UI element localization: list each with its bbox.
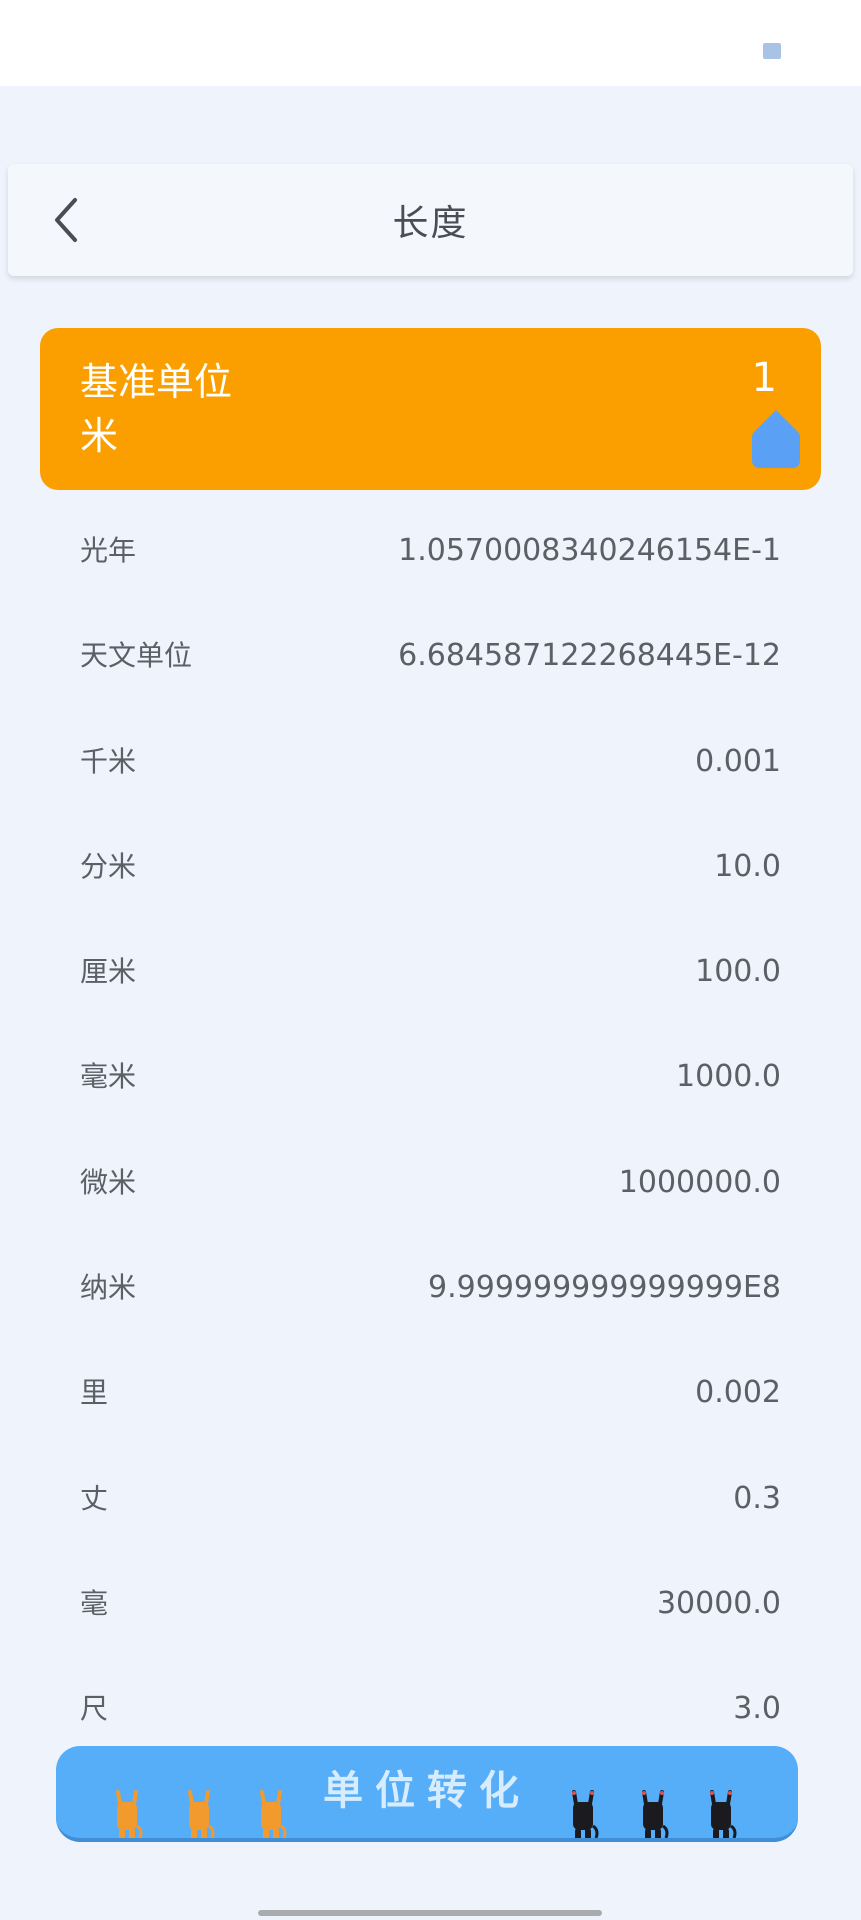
unit-name: 尺 — [80, 1692, 109, 1726]
unit-name: 毫 — [80, 1586, 109, 1620]
unit-value: 6.684587122268445E-12 — [398, 638, 781, 674]
unit-name: 里 — [80, 1376, 109, 1410]
unit-value: 1000.0 — [676, 1059, 781, 1095]
convert-button-label: 单位转化 — [323, 1768, 531, 1814]
black-cat-icon — [572, 1790, 599, 1838]
status-bar — [0, 0, 861, 86]
unit-row[interactable]: 分米 10.0 — [40, 814, 821, 919]
unit-name: 毫米 — [80, 1060, 137, 1094]
orange-cat-icon — [260, 1790, 287, 1838]
unit-row[interactable]: 微米 1000000.0 — [40, 1130, 821, 1235]
unit-name: 千米 — [80, 744, 137, 778]
unit-value: 1.0570008340246154E-1 — [398, 533, 781, 568]
base-unit-value[interactable]: 1 — [752, 352, 777, 404]
base-unit-label: 基准单位 — [80, 360, 233, 404]
black-cat-icon — [642, 1790, 669, 1838]
unit-value: 10.0 — [714, 848, 781, 884]
orange-cat-icon — [116, 1790, 143, 1838]
unit-value: 0.3 — [733, 1480, 781, 1516]
base-unit-name: 米 — [80, 414, 119, 458]
unit-name: 厘米 — [80, 955, 137, 989]
unit-row[interactable]: 丈 0.3 — [40, 1446, 821, 1551]
unit-name: 天文单位 — [80, 639, 193, 673]
orange-cat-icon — [188, 1790, 215, 1838]
back-button[interactable] — [38, 192, 94, 248]
unit-value: 0.001 — [695, 743, 781, 779]
unit-name: 丈 — [80, 1481, 109, 1515]
unit-row[interactable]: 毫 30000.0 — [40, 1551, 821, 1656]
unit-row[interactable]: 厘米 100.0 — [40, 919, 821, 1024]
unit-value: 0.002 — [695, 1375, 781, 1411]
unit-row[interactable]: 里 0.002 — [40, 1340, 821, 1445]
unit-row[interactable]: 光年 1.0570008340246154E-1 — [40, 498, 821, 603]
unit-row[interactable]: 千米 0.001 — [40, 709, 821, 814]
unit-name: 微米 — [80, 1165, 137, 1199]
unit-name: 纳米 — [80, 1271, 137, 1305]
unit-row[interactable]: 天文单位 6.684587122268445E-12 — [40, 603, 821, 708]
unit-name: 分米 — [80, 849, 137, 883]
chevron-left-icon — [55, 198, 77, 242]
unit-value: 9.999999999999999E8 — [428, 1270, 781, 1306]
black-cat-icon — [710, 1790, 737, 1838]
page-title: 长度 — [392, 203, 469, 244]
base-unit-card[interactable]: 基准单位 米 1 — [40, 328, 821, 490]
unit-list: 光年 1.0570008340246154E-1 天文单位 6.68458712… — [40, 498, 821, 1762]
drop-pin-icon[interactable] — [751, 408, 801, 470]
unit-value: 3.0 — [733, 1691, 781, 1727]
unit-row[interactable]: 纳米 9.999999999999999E8 — [40, 1235, 821, 1340]
home-indicator[interactable] — [258, 1910, 602, 1916]
unit-value: 1000000.0 — [618, 1164, 781, 1200]
unit-value: 30000.0 — [656, 1585, 781, 1621]
status-icon — [763, 43, 781, 59]
top-app-bar: 长度 — [8, 164, 853, 276]
convert-button[interactable]: 单位转化 — [56, 1746, 798, 1842]
unit-value: 100.0 — [695, 954, 781, 990]
unit-name: 光年 — [80, 534, 137, 567]
unit-row[interactable]: 毫米 1000.0 — [40, 1024, 821, 1129]
